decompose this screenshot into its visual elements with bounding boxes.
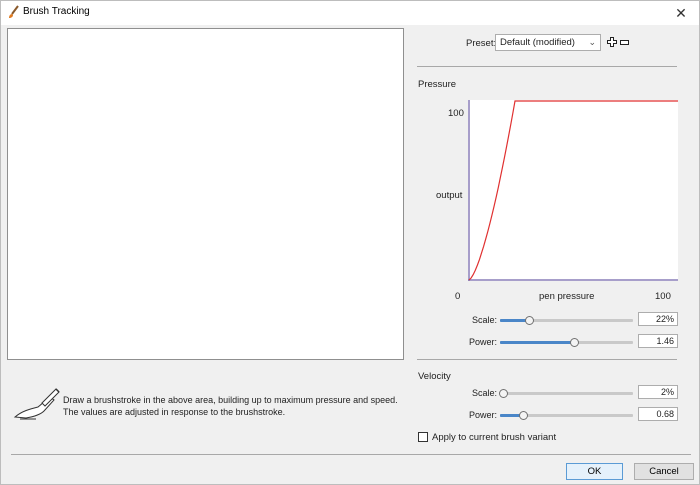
graph-y-axis-label: output — [436, 190, 463, 201]
pressure-power-slider[interactable] — [500, 338, 633, 347]
velocity-scale-slider[interactable] — [498, 389, 633, 398]
brush-icon — [9, 5, 19, 18]
window-title: Brush Tracking — [23, 6, 90, 17]
cancel-button[interactable]: Cancel — [634, 463, 694, 480]
chevron-down-icon: ⌄ — [588, 37, 596, 47]
footer-divider — [11, 454, 691, 455]
divider — [417, 359, 677, 360]
instructions-text: Draw a brushstroke in the above area, bu… — [63, 395, 398, 417]
title-bar: Brush Tracking ✕ — [1, 1, 699, 25]
velocity-power-slider[interactable] — [500, 411, 633, 420]
brush-tracking-dialog: Brush Tracking ✕ Draw a brushstroke in t… — [0, 0, 700, 485]
pressure-power-input[interactable]: 1.46 — [638, 334, 678, 348]
ok-button[interactable]: OK — [566, 463, 623, 480]
brushstroke-area[interactable] — [7, 28, 404, 360]
velocity-power-thumb[interactable] — [518, 411, 528, 420]
pressure-scale-slider[interactable] — [500, 316, 633, 325]
velocity-section-label: Velocity — [418, 371, 451, 382]
graph-x-max-label: 100 — [655, 291, 671, 302]
graph-x-min-label: 0 — [455, 291, 461, 302]
minus-icon[interactable] — [620, 40, 629, 45]
divider — [417, 66, 677, 67]
close-button[interactable]: ✕ — [671, 3, 691, 23]
velocity-power-label: Power: — [468, 410, 497, 420]
apply-to-variant-label[interactable]: Apply to current brush variant — [432, 432, 556, 443]
pressure-curve-plot — [468, 100, 678, 281]
pressure-scale-input[interactable]: 22% — [638, 312, 678, 326]
pressure-power-thumb[interactable] — [570, 338, 580, 347]
close-icon: ✕ — [675, 5, 687, 21]
graph-x-axis-label: pen pressure — [539, 291, 595, 302]
pressure-scale-thumb[interactable] — [525, 316, 535, 325]
preset-dropdown[interactable]: Default (modified) ⌄ — [495, 34, 601, 51]
pressure-scale-label: Scale: — [471, 315, 497, 325]
pressure-power-fill — [500, 341, 575, 344]
preset-value: Default (modified) — [500, 37, 575, 48]
pressure-curve — [468, 100, 678, 281]
velocity-scale-label: Scale: — [471, 388, 497, 398]
pressure-power-label: Power: — [468, 337, 497, 347]
velocity-power-input[interactable]: 0.68 — [638, 407, 678, 421]
velocity-scale-input[interactable]: 2% — [638, 385, 678, 399]
preset-label: Preset: — [466, 38, 497, 49]
velocity-scale-thumb[interactable] — [498, 389, 508, 398]
plus-icon[interactable] — [607, 37, 617, 47]
apply-to-variant-checkbox[interactable] — [418, 432, 428, 442]
hand-pen-icon — [13, 388, 60, 420]
pressure-section-label: Pressure — [418, 79, 457, 90]
graph-y-max-label: 100 — [448, 108, 464, 119]
